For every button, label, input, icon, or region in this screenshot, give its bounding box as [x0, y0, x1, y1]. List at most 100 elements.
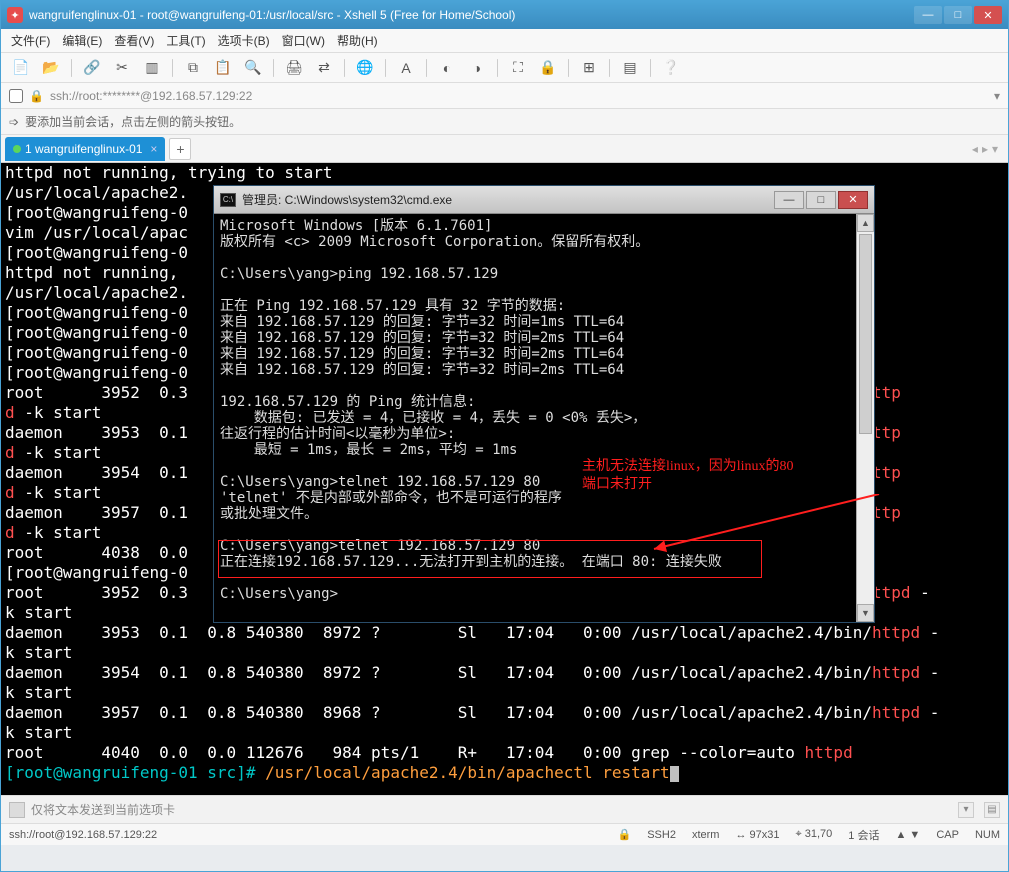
toolbar-sep [426, 59, 427, 77]
menu-edit[interactable]: 编辑(E) [62, 32, 102, 49]
properties-icon[interactable]: ▥ [140, 57, 164, 79]
open-icon[interactable]: 📂 [39, 57, 63, 79]
toolbar-sep [344, 59, 345, 77]
address-dropdown-icon[interactable]: ▾ [994, 89, 1000, 103]
menu-view[interactable]: 查看(V) [114, 32, 154, 49]
scroll-track[interactable] [857, 232, 874, 604]
menu-file[interactable]: 文件(F) [11, 32, 50, 49]
highlight-box [218, 540, 762, 578]
tab-next-icon[interactable]: ▸ [982, 142, 988, 156]
tab-list-icon[interactable]: ▾ [992, 142, 998, 156]
globe-icon[interactable]: 🌐 [353, 57, 377, 79]
toolbar-sep [650, 59, 651, 77]
menu-tool[interactable]: 工具(T) [166, 32, 205, 49]
status-sessions: 1 会话 [848, 827, 879, 843]
status-pos: 31,70 [805, 828, 833, 840]
tab-bar: 1 wangruifenglinux-01 × + ◂ ▸ ▾ [1, 135, 1008, 163]
status-dot-icon [13, 145, 21, 153]
toolbar: 📄 📂 🔗 ✂ ▥ ⧉ 📋 🔍 🖨 ⇄ 🌐 A ◐ ◑ ⛶ 🔒 ⊞ ▤ ❔ [1, 53, 1008, 83]
cmd-window[interactable]: C:\ 管理员: C:\Windows\system32\cmd.exe — □… [213, 185, 875, 623]
menubar: 文件(F) 编辑(E) 查看(V) 工具(T) 选项卡(B) 窗口(W) 帮助(… [1, 29, 1008, 53]
scroll-down-icon[interactable]: ▼ [857, 604, 874, 622]
hint-bar: ➩ 要添加当前会话，点击左侧的箭头按钮。 [1, 109, 1008, 135]
help-icon[interactable]: ❔ [659, 57, 683, 79]
toolbar-sep [172, 59, 173, 77]
new-session-icon[interactable]: 📄 [9, 57, 33, 79]
theme-icon[interactable]: ◐ [435, 57, 459, 79]
scroll-up-icon[interactable]: ▲ [857, 214, 874, 232]
send-opt1-icon[interactable]: ▾ [958, 802, 974, 818]
send-bar: 仅将文本发送到当前选项卡 ▾ ▤ [1, 795, 1008, 823]
status-proto: SSH2 [647, 829, 676, 841]
send-text[interactable]: 仅将文本发送到当前选项卡 [31, 801, 175, 818]
down-icon: ▼ [909, 829, 920, 841]
print-icon[interactable]: 🖨 [282, 57, 306, 79]
new-tab-button[interactable]: + [169, 138, 191, 160]
toolbar-sep [568, 59, 569, 77]
copy-icon[interactable]: ⧉ [181, 57, 205, 79]
app-window: ✦ wangruifenglinux-01 - root@wangruifeng… [0, 0, 1009, 872]
lock-icon: 🔒 [29, 89, 44, 103]
cmd-maximize-button[interactable]: □ [806, 191, 836, 209]
toolbar-sep [497, 59, 498, 77]
window-controls: — □ ✕ [912, 6, 1002, 24]
reconnect-icon[interactable]: 🔗 [80, 57, 104, 79]
minimize-button[interactable]: — [914, 6, 942, 24]
tab-close-icon[interactable]: × [150, 142, 157, 156]
fullscreen-icon[interactable]: ⛶ [506, 57, 530, 79]
annotation-line1: 主机无法连接linux，因为linux的80 [582, 459, 794, 474]
status-num: NUM [975, 829, 1000, 841]
maximize-button[interactable]: □ [944, 6, 972, 24]
address-text[interactable]: ssh://root:********@192.168.57.129:22 [50, 89, 988, 103]
address-bar: 🔒 ssh://root:********@192.168.57.129:22 … [1, 83, 1008, 109]
toolbar-sep [385, 59, 386, 77]
status-lock-icon: 🔒 [618, 828, 632, 841]
cmd-icon: C:\ [220, 193, 236, 207]
toolbar-sep [609, 59, 610, 77]
theme2-icon[interactable]: ◑ [465, 57, 489, 79]
cmd-titlebar[interactable]: C:\ 管理员: C:\Windows\system32\cmd.exe — □… [214, 186, 874, 214]
window-title: wangruifenglinux-01 - root@wangruifeng-0… [29, 8, 912, 22]
send-menu-icon[interactable] [9, 802, 25, 818]
scroll-thumb[interactable] [859, 234, 872, 434]
titlebar[interactable]: ✦ wangruifenglinux-01 - root@wangruifeng… [1, 1, 1008, 29]
annotation-text: 主机无法连接linux，因为linux的80 端口未打开 [582, 458, 794, 494]
status-term: xterm [692, 829, 720, 841]
address-pin-checkbox[interactable] [9, 89, 23, 103]
status-connection: ssh://root@192.168.57.129:22 [9, 829, 157, 841]
layout-icon[interactable]: ▤ [618, 57, 642, 79]
cmd-body-wrap: Microsoft Windows [版本 6.1.7601] 版权所有 <c>… [214, 214, 874, 622]
status-bar: ssh://root@192.168.57.129:22 🔒 SSH2 xter… [1, 823, 1008, 845]
tunnel-icon[interactable]: ⇄ [312, 57, 336, 79]
status-cap: CAP [936, 829, 959, 841]
annotation-line2: 端口未打开 [582, 477, 652, 492]
hint-text: 要添加当前会话，点击左侧的箭头按钮。 [25, 113, 241, 130]
lock-icon[interactable]: 🔒 [536, 57, 560, 79]
tab-nav: ◂ ▸ ▾ [972, 142, 1004, 156]
keypad-icon[interactable]: ⊞ [577, 57, 601, 79]
menu-tab[interactable]: 选项卡(B) [218, 32, 270, 49]
cmd-title: 管理员: C:\Windows\system32\cmd.exe [242, 191, 772, 208]
app-icon: ✦ [7, 7, 23, 23]
font-icon[interactable]: A [394, 57, 418, 79]
terminal-wrap: httpd not running, trying to start /usr/… [1, 163, 1008, 795]
tab-prev-icon[interactable]: ◂ [972, 142, 978, 156]
cmd-minimize-button[interactable]: — [774, 191, 804, 209]
session-tab[interactable]: 1 wangruifenglinux-01 × [5, 137, 165, 161]
disconnect-icon[interactable]: ✂ [110, 57, 134, 79]
menu-help[interactable]: 帮助(H) [337, 32, 378, 49]
tab-label: 1 wangruifenglinux-01 [25, 142, 142, 156]
toolbar-sep [273, 59, 274, 77]
cursor-icon: ⌖ [796, 828, 805, 840]
menu-window[interactable]: 窗口(W) [282, 32, 325, 49]
add-session-icon[interactable]: ➩ [9, 115, 19, 129]
close-button[interactable]: ✕ [974, 6, 1002, 24]
paste-icon[interactable]: 📋 [211, 57, 235, 79]
resize-icon: ↔ [735, 829, 749, 841]
send-opt2-icon[interactable]: ▤ [984, 802, 1000, 818]
search-icon[interactable]: 🔍 [241, 57, 265, 79]
cmd-window-controls: — □ ✕ [772, 191, 868, 209]
cmd-close-button[interactable]: ✕ [838, 191, 868, 209]
cmd-scrollbar[interactable]: ▲ ▼ [856, 214, 874, 622]
status-size: 97x31 [750, 829, 780, 841]
